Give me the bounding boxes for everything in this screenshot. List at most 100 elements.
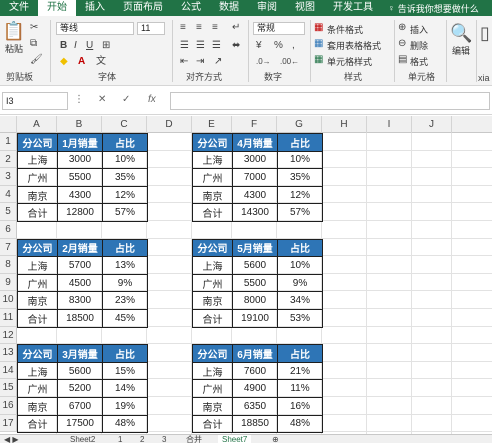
cell-styles-button[interactable]: 单元格样式 (327, 55, 372, 68)
format-painter-icon[interactable]: 🖌 (30, 54, 43, 66)
number-format-select[interactable]: 常规 (253, 22, 305, 35)
copy-icon[interactable]: ⧉ (30, 38, 37, 50)
table-header-cell[interactable]: 分公司 (17, 238, 58, 258)
table-cell[interactable]: 4900 (232, 379, 278, 398)
table-cell[interactable]: 上海 (17, 150, 58, 170)
format-cells-button[interactable]: 格式 (410, 55, 428, 68)
comma-icon[interactable]: , (292, 40, 295, 52)
align-middle-icon[interactable]: ≡ (196, 22, 202, 34)
menu-item[interactable]: 开发工具 (324, 0, 382, 16)
editing-button[interactable]: 🔍 编辑 (450, 22, 472, 57)
wrap-text-icon[interactable]: ↵ (232, 22, 240, 34)
table-header-cell[interactable]: 分公司 (192, 133, 233, 152)
cut-icon[interactable]: ✂ (30, 22, 38, 34)
table-cell[interactable]: 14% (102, 379, 148, 398)
table-cell[interactable]: 广州 (192, 168, 233, 187)
menu-item[interactable]: 数据 (210, 0, 248, 16)
table-cell[interactable]: 15% (102, 361, 148, 381)
row-header[interactable]: 7 (0, 238, 17, 257)
table-header-cell[interactable]: 分公司 (17, 344, 58, 363)
table-cell[interactable]: 9% (102, 273, 148, 293)
row-header[interactable]: 1 (0, 133, 17, 151)
table-header-cell[interactable]: 分公司 (192, 238, 233, 258)
decrease-indent-icon[interactable]: ⇤ (180, 56, 188, 68)
column-header[interactable]: H (322, 116, 367, 133)
menu-item[interactable]: 视图 (286, 0, 324, 16)
column-header[interactable]: B (57, 116, 102, 133)
table-cell[interactable]: 14300 (232, 203, 278, 222)
table-cell[interactable]: 广州 (17, 379, 58, 398)
table-cell[interactable]: 7000 (232, 168, 278, 187)
delete-cells-button[interactable]: 删除 (410, 39, 428, 52)
increase-decimal-icon[interactable]: .0→ (256, 56, 271, 68)
insert-cells-button[interactable]: 插入 (410, 23, 428, 36)
row-header[interactable]: 3 (0, 168, 17, 186)
table-cell[interactable]: 13% (102, 256, 148, 275)
table-cell[interactable]: 16% (277, 396, 323, 416)
table-cell[interactable]: 9% (277, 273, 323, 293)
table-cell[interactable]: 17500 (57, 414, 103, 434)
table-cell[interactable]: 3000 (232, 150, 278, 170)
table-cell[interactable]: 5200 (57, 379, 103, 398)
table-cell[interactable]: 上海 (192, 150, 233, 170)
table-cell[interactable]: 上海 (17, 256, 58, 275)
row-header[interactable]: 2 (0, 150, 17, 169)
worksheet-grid[interactable]: ABCDEFGHIJ 1 2 3 4 5 6 7 8 9 10 11 12 13 14 15 16 17 分公司 1… (0, 116, 492, 434)
row-header[interactable]: 10 (0, 291, 17, 309)
sheet-tab[interactable]: 2 (140, 435, 144, 443)
table-cell[interactable]: 合计 (192, 414, 233, 434)
table-header-cell[interactable]: 6月销量 (232, 344, 278, 363)
menu-item[interactable]: 公式 (172, 0, 210, 16)
table-cell[interactable]: 48% (277, 414, 323, 434)
table-cell[interactable]: 南京 (17, 396, 58, 416)
menu-item[interactable]: 页面布局 (114, 0, 172, 16)
table-cell[interactable]: 南京 (17, 185, 58, 205)
align-center-icon[interactable]: ☰ (196, 40, 205, 52)
table-cell[interactable]: 23% (102, 291, 148, 310)
table-header-cell[interactable]: 占比 (102, 133, 148, 152)
table-cell[interactable]: 7600 (232, 361, 278, 381)
table-cell[interactable]: 18500 (57, 308, 103, 328)
sheet-nav-arrows-icon[interactable]: ◀ ▶ (4, 435, 19, 443)
menu-item[interactable]: 审阅 (248, 0, 286, 16)
align-right-icon[interactable]: ☰ (212, 40, 221, 52)
table-header-cell[interactable]: 2月销量 (57, 238, 103, 258)
table-cell[interactable]: 10% (277, 256, 323, 275)
format-as-table-button[interactable]: 套用表格格式 (327, 39, 381, 52)
table-cell[interactable]: 57% (102, 203, 148, 222)
table-cell[interactable]: 上海 (192, 361, 233, 381)
sheet-tab[interactable]: 1 (118, 435, 122, 443)
fill-color-icon[interactable]: ◆ (60, 56, 68, 68)
table-header-cell[interactable]: 占比 (277, 133, 323, 152)
table-header-cell[interactable]: 占比 (102, 344, 148, 363)
table-cell[interactable]: 12% (277, 185, 323, 205)
table-cell[interactable]: 广州 (192, 273, 233, 293)
table-header-cell[interactable]: 分公司 (192, 344, 233, 363)
column-header[interactable]: G (277, 116, 322, 133)
currency-icon[interactable]: ¥ (256, 40, 262, 52)
enter-icon[interactable]: ✓ (122, 94, 130, 105)
table-cell[interactable]: 8000 (232, 291, 278, 310)
underline-icon[interactable]: U (86, 40, 93, 52)
row-header[interactable]: 8 (0, 256, 17, 274)
table-cell[interactable]: 53% (277, 308, 323, 328)
font-color-icon[interactable]: A (78, 56, 85, 68)
column-header[interactable]: C (102, 116, 147, 133)
table-cell[interactable]: 合计 (17, 414, 58, 434)
row-header[interactable]: 5 (0, 203, 17, 221)
table-cell[interactable]: 12800 (57, 203, 103, 222)
table-cell[interactable]: 合计 (192, 308, 233, 328)
paste-button[interactable]: 📋 粘贴 (2, 20, 26, 55)
table-cell[interactable]: 南京 (192, 396, 233, 416)
menu-item[interactable]: 插入 (76, 0, 114, 16)
bold-icon[interactable]: B (60, 40, 67, 52)
column-header[interactable]: I (367, 116, 412, 133)
table-cell[interactable]: 35% (277, 168, 323, 187)
table-header-cell[interactable]: 分公司 (17, 133, 58, 152)
table-cell[interactable]: 南京 (192, 291, 233, 310)
table-cell[interactable]: 12% (102, 185, 148, 205)
name-box[interactable]: I3 (2, 92, 68, 110)
phonetic-icon[interactable]: 文 (96, 56, 106, 68)
table-cell[interactable]: 4500 (57, 273, 103, 293)
orientation-icon[interactable]: ↗ (214, 56, 222, 68)
